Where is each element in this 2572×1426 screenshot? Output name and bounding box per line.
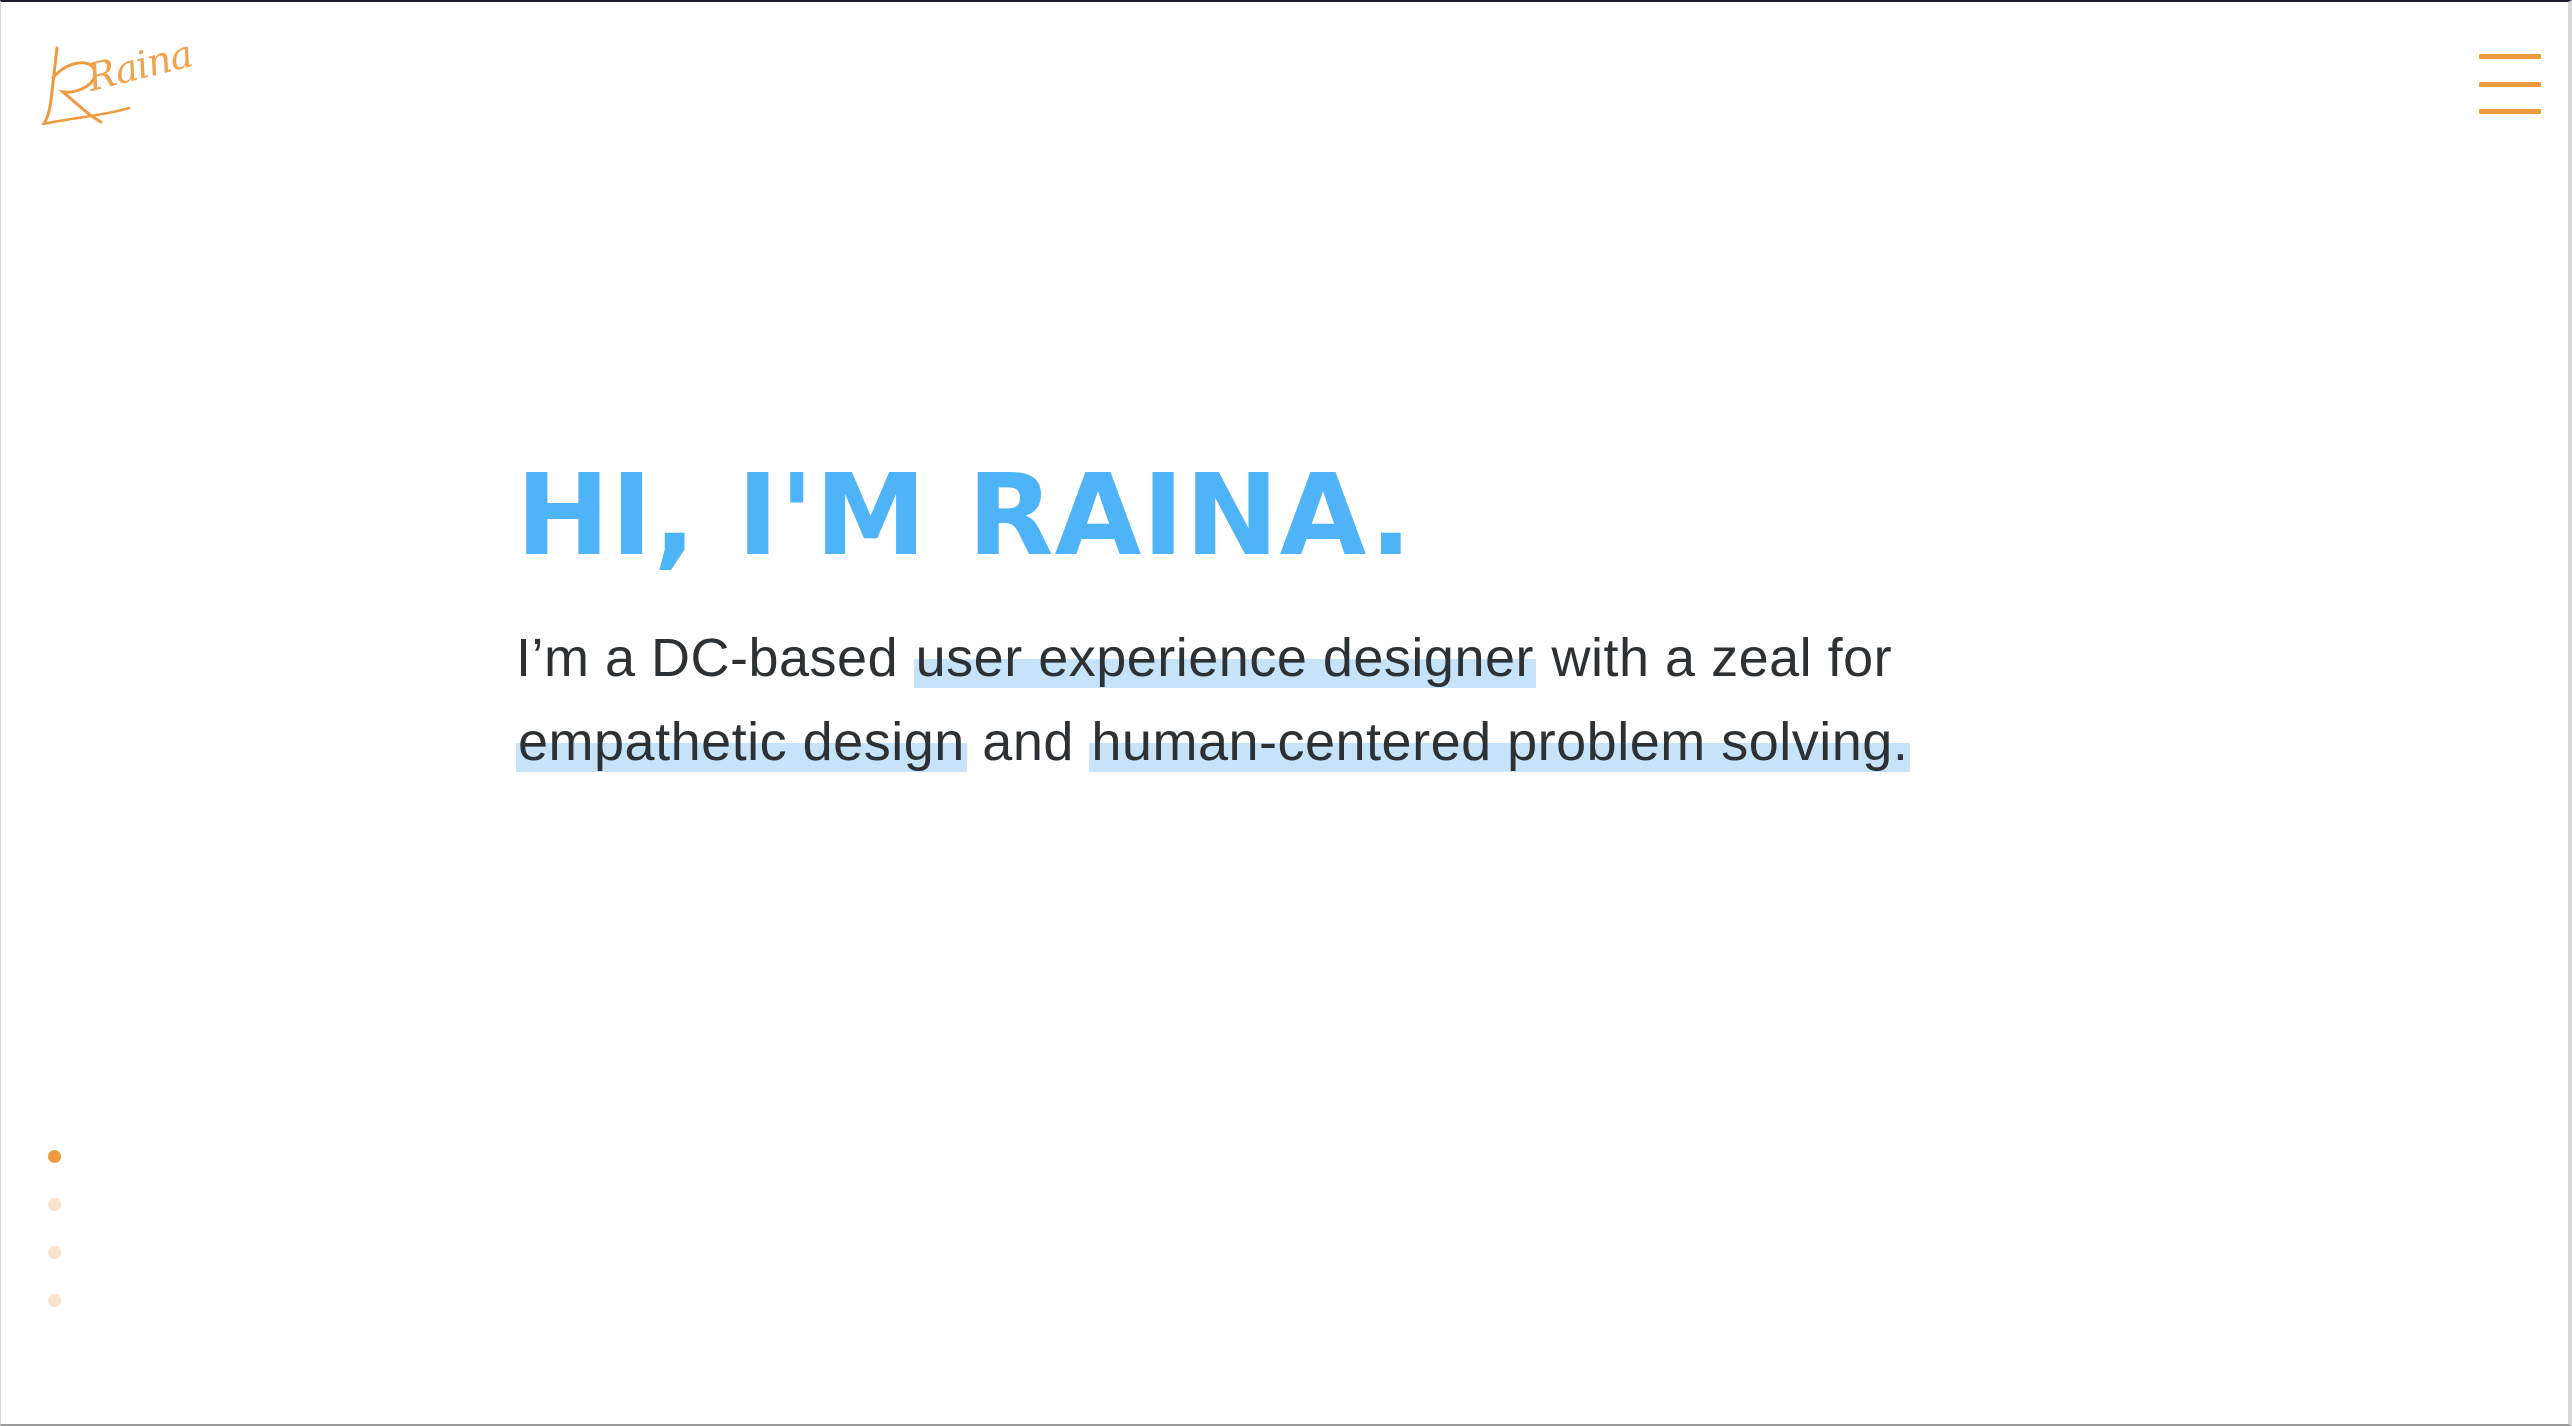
hero-text-mid: with a zeal for bbox=[1536, 628, 1893, 688]
highlight-problem-solving: human-centered problem solving. bbox=[1089, 712, 1911, 772]
hero: HI, I'M RAINA. I’m a DC-based user exper… bbox=[516, 452, 2116, 784]
hero-title: HI, I'M RAINA. bbox=[516, 451, 1413, 581]
section-dot-2[interactable] bbox=[48, 1198, 61, 1211]
section-dot-1[interactable] bbox=[48, 1150, 61, 1163]
menu-bar bbox=[2479, 82, 2541, 87]
logo[interactable]: Raina bbox=[41, 32, 196, 132]
highlight-empathetic-design: empathetic design bbox=[516, 712, 967, 772]
menu-bar bbox=[2479, 54, 2541, 59]
page: Raina HI, I'M RAINA. I’m a DC-based user… bbox=[0, 0, 2572, 1426]
hamburger-menu-icon[interactable] bbox=[2479, 54, 2543, 116]
highlight-ux-designer: user experience designer bbox=[913, 628, 1537, 688]
menu-bar bbox=[2479, 109, 2541, 114]
hero-text-and: and bbox=[966, 712, 1090, 772]
section-dot-4[interactable] bbox=[48, 1294, 61, 1307]
hero-description: I’m a DC-based user experience designer … bbox=[516, 616, 2116, 784]
section-dot-3[interactable] bbox=[48, 1246, 61, 1259]
hero-text-intro: I’m a DC-based bbox=[516, 628, 914, 688]
